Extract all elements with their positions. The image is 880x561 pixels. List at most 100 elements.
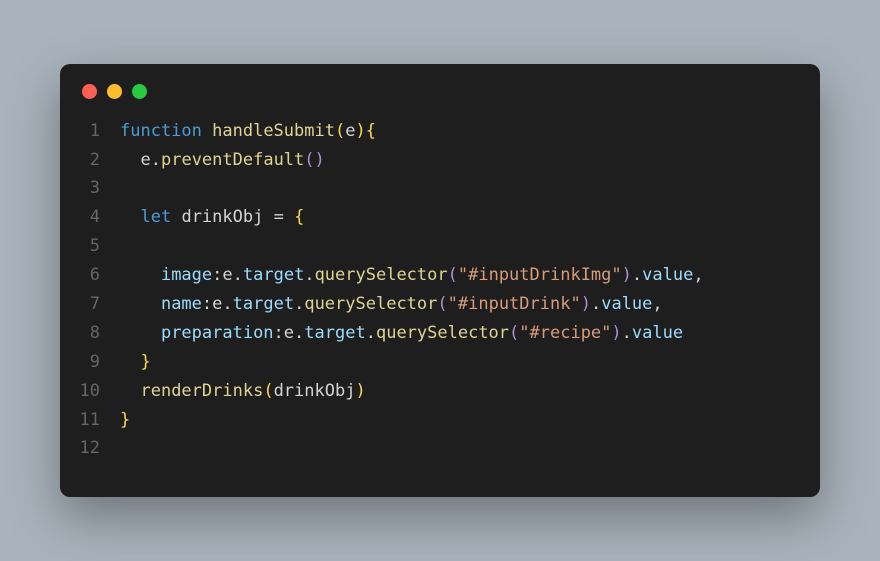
code-line: 7 name:e.target.querySelector("#inputDri… <box>78 290 802 319</box>
token: , <box>652 294 662 314</box>
token: } <box>120 410 130 430</box>
window-titlebar <box>60 64 820 107</box>
token: drinkObj <box>274 381 356 401</box>
token: e <box>140 150 150 170</box>
maximize-icon[interactable] <box>132 84 147 99</box>
token: drinkObj <box>181 207 263 227</box>
token: target <box>304 323 365 343</box>
code-line: 6 image:e.target.querySelector("#inputDr… <box>78 261 802 290</box>
token <box>120 352 140 372</box>
token: let <box>140 207 171 227</box>
token: ( <box>437 294 447 314</box>
token: . <box>222 294 232 314</box>
code-line: 2 e.preventDefault() <box>78 146 802 175</box>
token: preparation <box>161 323 274 343</box>
code-line: 4 let drinkObj = { <box>78 203 802 232</box>
token: querySelector <box>315 265 448 285</box>
token: ( <box>263 381 273 401</box>
minimize-icon[interactable] <box>107 84 122 99</box>
token: preventDefault <box>161 150 304 170</box>
line-number: 8 <box>78 319 120 348</box>
token: e <box>222 265 232 285</box>
token <box>171 207 181 227</box>
token: e <box>284 323 294 343</box>
code-content: e.preventDefault() <box>120 146 325 175</box>
token <box>120 265 161 285</box>
code-line: 8 preparation:e.target.querySelector("#r… <box>78 319 802 348</box>
token: handleSubmit <box>212 121 335 141</box>
token: ) <box>355 381 365 401</box>
token: value <box>601 294 652 314</box>
code-content: let drinkObj = { <box>120 203 304 232</box>
line-number: 3 <box>78 174 120 203</box>
token: } <box>140 352 150 372</box>
code-editor: 1function handleSubmit(e){2 e.preventDef… <box>60 107 820 498</box>
token: "#recipe" <box>519 323 611 343</box>
token: . <box>233 265 243 285</box>
token: { <box>366 121 376 141</box>
token: name <box>161 294 202 314</box>
line-number: 2 <box>78 146 120 175</box>
token: "#inputDrinkImg" <box>458 265 622 285</box>
line-number: 11 <box>78 406 120 435</box>
code-line: 9 } <box>78 348 802 377</box>
code-line: 5 <box>78 232 802 261</box>
token <box>120 207 140 227</box>
token: "#inputDrink" <box>448 294 581 314</box>
token: : <box>202 294 212 314</box>
line-number: 5 <box>78 232 120 261</box>
token: . <box>366 323 376 343</box>
token: querySelector <box>304 294 437 314</box>
token: . <box>632 265 642 285</box>
code-content: renderDrinks(drinkObj) <box>120 377 366 406</box>
token: . <box>294 294 304 314</box>
token: ) <box>581 294 591 314</box>
code-content: } <box>120 348 151 377</box>
code-line: 1function handleSubmit(e){ <box>78 117 802 146</box>
line-number: 6 <box>78 261 120 290</box>
token <box>202 121 212 141</box>
line-number: 9 <box>78 348 120 377</box>
code-line: 12 <box>78 434 802 463</box>
code-content: name:e.target.querySelector("#inputDrink… <box>120 290 663 319</box>
token <box>120 150 140 170</box>
token: target <box>233 294 294 314</box>
code-line: 11} <box>78 406 802 435</box>
line-number: 12 <box>78 434 120 463</box>
code-content: image:e.target.querySelector("#inputDrin… <box>120 261 704 290</box>
token: querySelector <box>376 323 509 343</box>
token: e <box>345 121 355 141</box>
code-content: } <box>120 406 130 435</box>
close-icon[interactable] <box>82 84 97 99</box>
token: ( <box>448 265 458 285</box>
token: ( <box>509 323 519 343</box>
token: value <box>632 323 683 343</box>
token: ( <box>335 121 345 141</box>
token: e <box>212 294 222 314</box>
token: : <box>212 265 222 285</box>
token: : <box>274 323 284 343</box>
token: . <box>591 294 601 314</box>
token: ) <box>611 323 621 343</box>
token: target <box>243 265 304 285</box>
token: ) <box>355 121 365 141</box>
token: . <box>294 323 304 343</box>
token: function <box>120 121 202 141</box>
code-line: 10 renderDrinks(drinkObj) <box>78 377 802 406</box>
line-number: 1 <box>78 117 120 146</box>
code-line: 3 <box>78 174 802 203</box>
line-number: 7 <box>78 290 120 319</box>
token <box>120 294 161 314</box>
token: ) <box>622 265 632 285</box>
line-number: 4 <box>78 203 120 232</box>
token: , <box>693 265 703 285</box>
token: { <box>294 207 304 227</box>
token: () <box>304 150 324 170</box>
token: image <box>161 265 212 285</box>
token: renderDrinks <box>140 381 263 401</box>
token: = <box>263 207 294 227</box>
token: value <box>642 265 693 285</box>
token <box>120 381 140 401</box>
code-content: preparation:e.target.querySelector("#rec… <box>120 319 683 348</box>
token <box>120 323 161 343</box>
